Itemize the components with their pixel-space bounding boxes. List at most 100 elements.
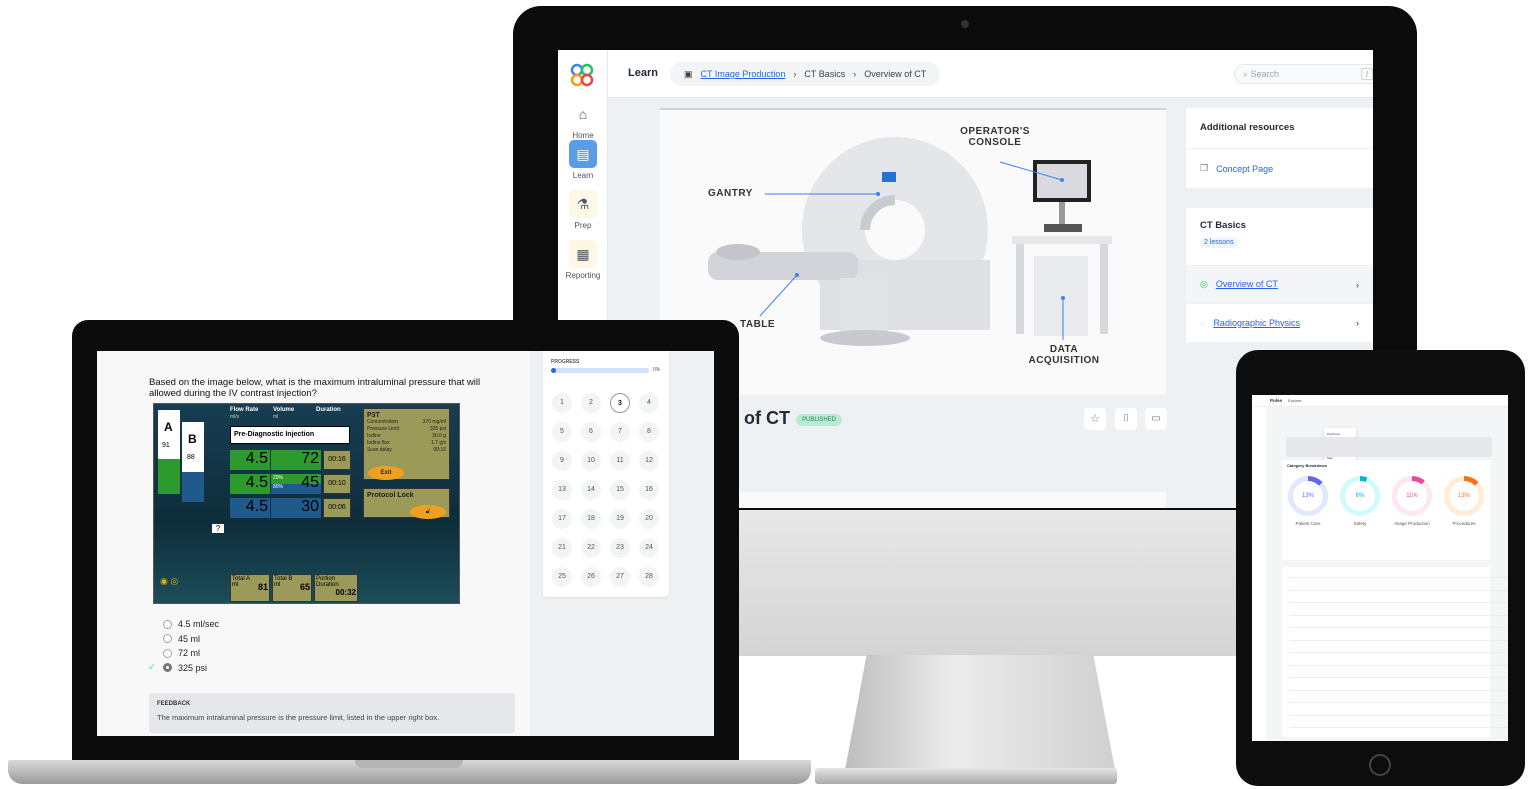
progress-label: PROGRESS [551, 359, 580, 365]
syringe-a-value: 91 [162, 442, 170, 449]
question-number-button[interactable]: 24 [639, 538, 659, 558]
question-number-button[interactable]: 21 [552, 538, 572, 558]
radio-button[interactable] [163, 663, 172, 672]
search-input[interactable]: ⌕ Search / [1234, 64, 1373, 84]
panel-title: Additional resources [1200, 122, 1295, 133]
p3t-param-row: Iodine flux 1.7 g/s [367, 440, 446, 447]
question-number-button[interactable]: 11 [610, 451, 630, 471]
table-row[interactable] [1290, 664, 1508, 666]
results-table [1282, 567, 1508, 737]
sidebar-item-learn[interactable]: ▤ Learn [564, 140, 602, 180]
option-label: 4.5 ml/sec [178, 619, 220, 629]
radio-button[interactable] [163, 634, 172, 643]
table-row[interactable] [1290, 727, 1508, 728]
injector-screen-image: A 91 B 88 Flow Rate ml/s Volume ml Durat… [153, 403, 460, 604]
p3t-param-row: Pressure Limit 325 psi [367, 426, 446, 433]
lesson-item[interactable]: ◎ Overview of CT › [1186, 265, 1373, 303]
app-title: Pulse [1270, 398, 1283, 403]
question-number-button[interactable]: 14 [581, 480, 601, 500]
exit-button[interactable]: Exit [368, 466, 404, 480]
table-row[interactable] [1290, 689, 1508, 691]
page-icon: ❐ [1200, 163, 1209, 173]
question-number-button[interactable]: 28 [639, 567, 659, 587]
table-row[interactable] [1290, 639, 1508, 641]
p3t-param-row: Concentration 370 mg/ml [367, 419, 446, 426]
table-row[interactable] [1290, 602, 1508, 603]
favorite-button[interactable]: ☆ [1084, 408, 1106, 430]
question-number-button[interactable]: 20 [639, 509, 659, 529]
sidebar-item-prep[interactable]: ⚗ Prep [564, 190, 602, 230]
question-number-button[interactable]: 3 [610, 393, 630, 413]
table-row[interactable] [1290, 589, 1508, 591]
question-number-button[interactable]: 4 [639, 393, 659, 413]
answer-option[interactable]: 4.5 ml/sec [163, 619, 219, 629]
question-number-button[interactable]: 27 [610, 567, 630, 587]
question-number-button[interactable]: 7 [610, 422, 630, 442]
donut-label: Procedures [1452, 521, 1476, 526]
syringe-b-fill [182, 472, 204, 502]
protocol-name: Pre-Diagnostic Injection [230, 426, 350, 444]
portion-duration-box: Portion Duration 00:32 [314, 574, 358, 602]
table-row[interactable] [1290, 614, 1508, 616]
breadcrumb-link[interactable]: CT Image Production [701, 69, 786, 79]
tablet-sidebar [1252, 407, 1266, 741]
table-row[interactable] [1290, 677, 1508, 678]
question-number-button[interactable]: 13 [552, 480, 572, 500]
question-number-button[interactable]: 18 [581, 509, 601, 529]
breadcrumb-item[interactable]: CT Basics [804, 69, 845, 79]
top-bar: Learn ▣ CT Image Production › CT Basics › … [608, 50, 1373, 98]
question-number-button[interactable]: 9 [552, 451, 572, 471]
concept-page-link[interactable]: ❐ Concept Page [1186, 148, 1373, 188]
question-number-button[interactable]: 19 [610, 509, 630, 529]
feedback-box: FEEDBACK The maximum intraluminal pressu… [149, 693, 515, 733]
question-number-button[interactable]: 17 [552, 509, 572, 529]
question-number-button[interactable]: 5 [552, 422, 572, 442]
tab-explore[interactable]: Explore [1288, 398, 1302, 403]
answer-option[interactable]: 72 ml [163, 648, 200, 658]
table-row[interactable] [1290, 652, 1508, 653]
table-row[interactable] [1290, 714, 1508, 716]
radio-button[interactable] [163, 619, 172, 629]
table-row[interactable] [1290, 702, 1508, 703]
answer-option[interactable]: 45 ml [163, 634, 200, 644]
camera-icon [961, 20, 969, 28]
question-number-button[interactable]: 25 [552, 567, 572, 587]
sidebar-item-home[interactable]: ⌂ Home [564, 100, 602, 140]
question-number-button[interactable]: 16 [639, 480, 659, 500]
radio-button[interactable] [163, 648, 172, 658]
donut-chart: 13% [1444, 476, 1484, 516]
logo-icon [570, 63, 594, 87]
total-b-box: Total Bml 65 [272, 574, 312, 602]
question-number-button[interactable]: 15 [610, 480, 630, 500]
question-number-button[interactable]: 10 [581, 451, 601, 471]
question-number-button[interactable]: 8 [639, 422, 659, 442]
question-number-button[interactable]: 23 [610, 538, 630, 558]
donut-chart: 13% [1288, 476, 1328, 516]
volume-value: 72 [271, 450, 321, 470]
bookmark-button[interactable]: ⌷ [1115, 408, 1137, 430]
lesson-count-badge: 2 lessons [1200, 237, 1238, 248]
search-icon: ⌕ [1243, 69, 1251, 79]
question-number-button[interactable]: 22 [581, 538, 601, 558]
total-a-box: Total Aml 81 [230, 574, 270, 602]
question-number-button[interactable]: 2 [581, 393, 601, 413]
donut-chart: 6% [1340, 476, 1380, 516]
question-number-button[interactable]: 6 [581, 422, 601, 442]
question-number-button[interactable]: 12 [639, 451, 659, 471]
question-number-button[interactable]: 26 [581, 567, 601, 587]
lesson-item[interactable]: ○ Radiographic Physics › [1186, 303, 1373, 341]
duration-value: 00:16 [323, 450, 351, 470]
question-number-button[interactable]: 1 [552, 393, 572, 413]
table-row[interactable] [1290, 627, 1508, 628]
comment-button[interactable]: ▭ [1145, 408, 1167, 430]
param-name: Concentration [367, 419, 399, 425]
syringe-b-label: B [188, 432, 197, 446]
table-row[interactable] [1290, 577, 1508, 578]
syringe-b [182, 422, 204, 472]
sidebar-item-reporting[interactable]: ▦ Reporting [564, 240, 602, 280]
duration-value: 00:06 [323, 498, 351, 518]
unlock-button[interactable]: 🔓︎ [410, 505, 446, 519]
answer-option[interactable]: ✓ 325 psi [148, 662, 207, 673]
category-breakdown-card: Category Breakdown 13% Patient Care 6% Safe… [1282, 460, 1490, 560]
p3t-params: Concentration 370 mg/ml Pressure Limit 325 … [367, 419, 446, 454]
